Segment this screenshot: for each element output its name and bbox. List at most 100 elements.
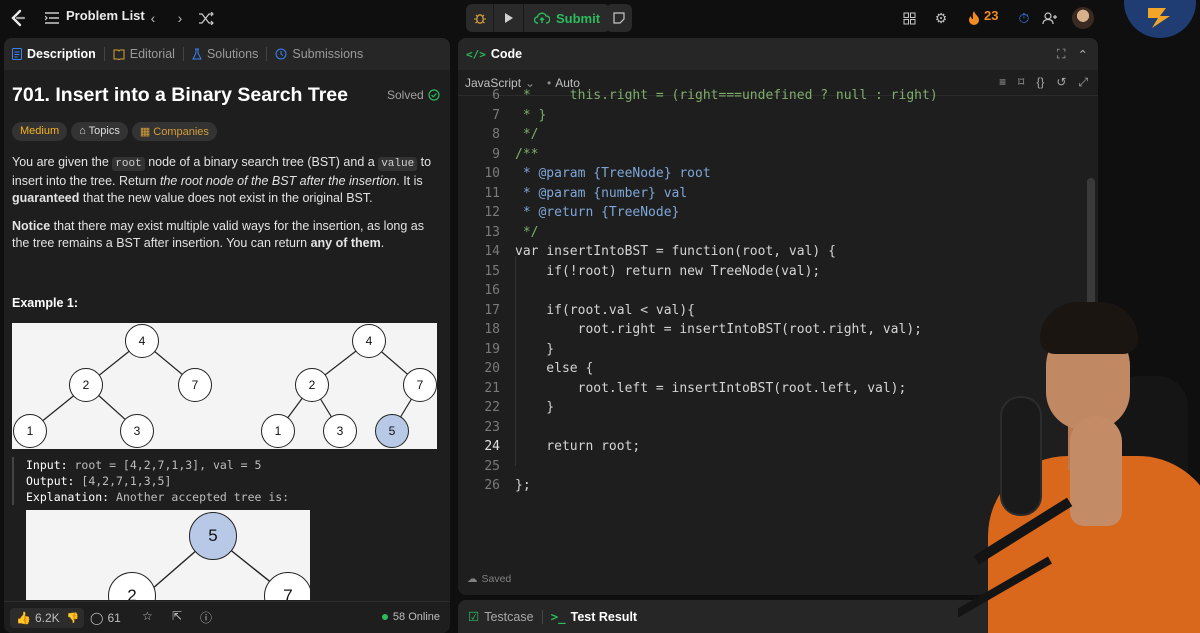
- code-header-actions: ⛶ ⌃: [1057, 47, 1098, 62]
- line-number: 13: [484, 224, 500, 240]
- thumbs-up-icon: 👍: [16, 611, 31, 625]
- line-number: 6: [492, 88, 500, 103]
- code-text: */: [515, 127, 539, 142]
- companies-tag[interactable]: ▦ Companies: [131, 122, 217, 141]
- run-button[interactable]: [494, 4, 524, 32]
- dislike-button[interactable]: 👎: [62, 608, 84, 628]
- code-text: * }: [515, 107, 547, 123]
- output-label: Output:: [26, 474, 75, 488]
- description-panel: Description Editorial Solutions Submissi…: [4, 38, 450, 633]
- line-number: 22: [484, 400, 500, 415]
- code-line: 11 * @param {number} val: [458, 186, 1078, 206]
- star-icon[interactable]: ☆: [142, 609, 153, 623]
- person-hair: [1040, 302, 1138, 354]
- line-number: 21: [484, 380, 500, 396]
- debug-button[interactable]: [466, 4, 494, 32]
- tree-node: 1: [261, 414, 295, 448]
- line-number: 16: [484, 283, 500, 298]
- tab-description[interactable]: Description: [4, 47, 104, 61]
- tree-node: 1: [13, 414, 47, 448]
- input-row: Input: root = [4,2,7,1,3], val = 5: [26, 457, 437, 473]
- line-number: 15: [484, 263, 500, 279]
- gear-icon[interactable]: ⚙: [929, 6, 953, 30]
- line-number: 25: [484, 458, 500, 474]
- logo-icon[interactable]: [6, 6, 30, 30]
- code-text: if(!root) return new TreeNode(val);: [515, 263, 821, 279]
- problem-paragraph-2: Notice that there may exist multiple val…: [12, 218, 440, 252]
- explanation-image: 5 2 7: [26, 510, 310, 600]
- tree-node-inserted: 5: [375, 414, 409, 448]
- cloud-upload-icon: [534, 12, 550, 24]
- code-text: * @param {TreeNode} root: [515, 166, 711, 181]
- tree-node: 3: [323, 414, 357, 448]
- code-text: if(root.val < val){: [515, 302, 696, 318]
- code-line: 13 */: [458, 225, 1078, 245]
- line-number: 9: [492, 146, 500, 162]
- tree-node: 4: [352, 324, 386, 358]
- tree-node: 7: [403, 368, 437, 402]
- building-icon: ▦: [139, 126, 154, 138]
- shuffle-icon[interactable]: [194, 6, 218, 30]
- tab-test-result[interactable]: >_ Test Result: [543, 609, 646, 624]
- chevron-left-icon[interactable]: ‹: [141, 6, 165, 30]
- output-row: Output: [4,2,7,1,3,5]: [26, 473, 437, 489]
- example-title: Example 1:: [12, 296, 79, 310]
- p1-strong: guaranteed: [12, 191, 80, 205]
- line-number: 17: [484, 302, 500, 318]
- tab-code[interactable]: </> Code: [458, 47, 530, 61]
- code-text: * @param {number} val: [515, 185, 688, 201]
- add-user-icon[interactable]: [1038, 6, 1062, 30]
- p1-code-root: root: [112, 157, 145, 171]
- code-line: 14 var insertIntoBST = function(root, val…: [458, 244, 1078, 264]
- code-line: 9 /**: [458, 147, 1078, 167]
- chevron-right-icon[interactable]: ›: [168, 6, 192, 30]
- tree-node: 4: [125, 324, 159, 358]
- code-line: 15 if(!root) return new TreeNode(val);: [458, 264, 1078, 284]
- problem-title: 701. Insert into a Binary Search Tree: [12, 84, 348, 106]
- tab-solutions-label: Solutions: [206, 47, 259, 61]
- topics-tag[interactable]: ⌂ Topics: [71, 122, 128, 141]
- webcam-overlay: [958, 296, 1200, 633]
- line-number: 18: [484, 322, 500, 337]
- tree-node: 3: [120, 414, 154, 448]
- code-text: root.right = insertIntoBST(root.right, v…: [515, 322, 922, 337]
- output-value: [4,2,7,1,3,5]: [74, 474, 172, 488]
- avatar[interactable]: [1072, 7, 1094, 29]
- expand-icon[interactable]: ⛶: [1057, 47, 1066, 62]
- p2-text-b: .: [380, 236, 385, 250]
- tree-node: 7: [178, 368, 212, 402]
- like-button[interactable]: 👍 6.2K: [10, 608, 66, 628]
- line-number: 20: [484, 361, 500, 376]
- p1-text-e: that the new value does not exist in the…: [79, 191, 373, 205]
- collapse-icon[interactable]: ⌃: [1078, 47, 1088, 62]
- tree-node: 5: [189, 512, 237, 560]
- layout-icon[interactable]: [897, 6, 921, 30]
- tab-submissions[interactable]: Submissions: [267, 47, 371, 61]
- code-text: * this.right = (right===undefined ? null…: [515, 88, 938, 103]
- tab-solutions[interactable]: Solutions: [184, 47, 266, 61]
- submit-button[interactable]: Submit: [524, 4, 610, 32]
- document-icon: [12, 48, 22, 60]
- help-icon[interactable]: ⓘ: [200, 609, 212, 626]
- code-text: else {: [515, 361, 594, 376]
- share-icon[interactable]: ⇱: [172, 609, 182, 623]
- cloud-icon: ☁: [467, 573, 478, 585]
- tab-editorial[interactable]: Editorial: [105, 47, 183, 61]
- thumbs-down-icon: 👎: [66, 612, 80, 624]
- p1-text-d: . It is: [396, 174, 423, 188]
- tab-testcase[interactable]: ☑ Testcase: [458, 609, 542, 625]
- code-text: /**: [515, 146, 539, 162]
- description-content: 701. Insert into a Binary Search Tree So…: [4, 70, 450, 600]
- list-icon[interactable]: [40, 6, 64, 30]
- code-title: Code: [490, 47, 523, 61]
- line-number: 7: [492, 107, 500, 123]
- comments-button[interactable]: ◯ 61: [90, 608, 121, 628]
- p1-code-value: value: [378, 157, 418, 171]
- fire-icon[interactable]: [962, 6, 986, 30]
- problem-list-link[interactable]: Problem List: [66, 8, 145, 23]
- notes-icon[interactable]: [606, 4, 632, 32]
- description-footer: 👍 6.2K 👎 ◯ 61 ☆ ⇱ ⓘ 58 Online: [4, 601, 450, 633]
- timer-icon[interactable]: ⏱: [1012, 6, 1036, 30]
- code-text: return root;: [515, 439, 641, 454]
- tab-submissions-label: Submissions: [292, 47, 364, 61]
